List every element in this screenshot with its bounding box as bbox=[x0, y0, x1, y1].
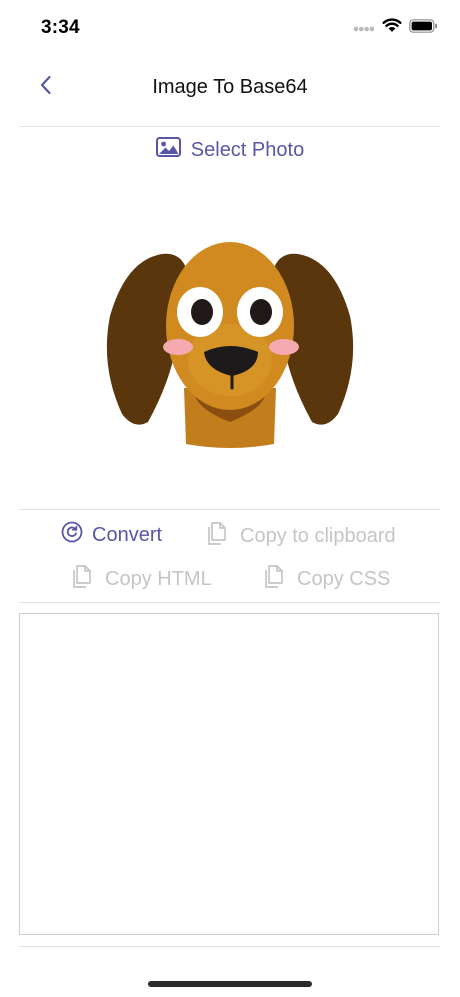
wifi-icon bbox=[382, 18, 402, 38]
copy-css-label: Copy CSS bbox=[297, 567, 391, 590]
copy-html-label: Copy HTML bbox=[105, 567, 212, 590]
select-photo-label: Select Photo bbox=[190, 138, 305, 161]
convert-label: Convert bbox=[92, 523, 163, 546]
page-title: Image To Base64 bbox=[152, 76, 308, 98]
refresh-circle-icon bbox=[61, 521, 83, 549]
copy-html-button[interactable]: Copy HTML bbox=[72, 563, 212, 595]
base64-output-textarea[interactable] bbox=[19, 613, 439, 935]
select-photo-button[interactable]: Select Photo bbox=[0, 137, 460, 163]
battery-icon bbox=[409, 18, 438, 38]
copy-to-clipboard-button[interactable]: Copy to clipboard bbox=[207, 520, 396, 552]
convert-button[interactable]: Convert bbox=[61, 521, 162, 549]
copy-icon bbox=[207, 520, 231, 552]
header-divider bbox=[19, 126, 440, 127]
dog-illustration bbox=[106, 242, 354, 448]
actions-divider bbox=[19, 602, 440, 603]
status-time: 3:34 bbox=[41, 17, 80, 38]
signal-dots-icon bbox=[353, 19, 375, 37]
image-divider bbox=[19, 509, 440, 510]
copy-icon bbox=[72, 563, 96, 595]
copy-icon bbox=[264, 563, 288, 595]
status-icons bbox=[353, 18, 438, 38]
copy-css-button[interactable]: Copy CSS bbox=[264, 563, 390, 595]
selected-image bbox=[66, 176, 394, 496]
bottom-divider bbox=[19, 946, 440, 947]
photo-icon bbox=[155, 137, 181, 163]
copy-to-clipboard-label: Copy to clipboard bbox=[240, 524, 396, 547]
home-indicator bbox=[148, 981, 312, 987]
